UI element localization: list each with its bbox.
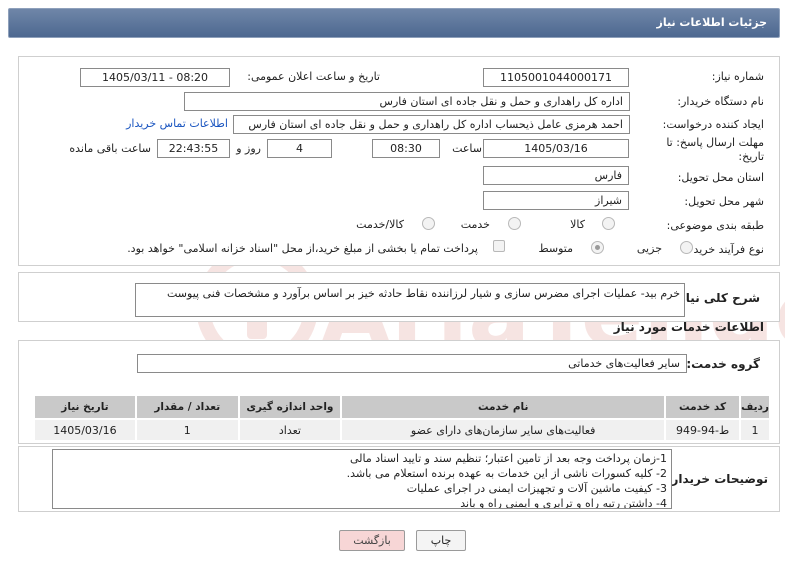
process-radio-minor[interactable] [680, 241, 693, 254]
table-row: 1 ط-94-949 فعالیت‌های سایر سازمان‌های دا… [33, 418, 771, 442]
services-table-header: ردیف کد خدمت نام خدمت واحد اندازه گیری ت… [33, 394, 771, 420]
col-name: نام خدمت [340, 394, 667, 420]
need-number-field[interactable]: 1105001044000171 [483, 68, 629, 87]
note-line: 2- کلیه کسورات ناشی از این خدمات به عهده… [346, 467, 667, 480]
process-label: نوع فرآیند خرید : [686, 243, 764, 256]
buyer-org-label: نام دستگاه خریدار: [677, 95, 764, 108]
category-option-service: خدمت [460, 218, 490, 231]
category-radio-goods-service[interactable] [422, 217, 435, 230]
services-table: ردیف کد خدمت نام خدمت واحد اندازه گیری ت… [33, 394, 771, 442]
category-radio-goods[interactable] [602, 217, 615, 230]
deadline-time-label: ساعت [452, 142, 482, 155]
cell-code: ط-94-949 [664, 418, 742, 442]
buyer-notes-textarea[interactable]: 1-زمان پرداخت وجه بعد از تامین اعتبار؛ ت… [52, 449, 672, 509]
deadline-date-field[interactable]: 1405/03/16 [483, 139, 629, 158]
cell-name: فعالیت‌های سایر سازمان‌های دارای عضو [340, 418, 667, 442]
buyer-notes-label: توضیحات خریدار: [666, 472, 768, 486]
col-code: کد خدمت [664, 394, 742, 420]
category-radio-service[interactable] [508, 217, 521, 230]
col-row: ردیف [739, 394, 771, 420]
category-label: طبقه بندی موضوعی: [666, 219, 764, 232]
note-line: 4- داشتن رتبه راه و ترابری و ایمنی راه و… [460, 497, 667, 509]
days-label: روز و [236, 142, 261, 155]
summary-label: شرح کلی نیاز: [674, 291, 760, 305]
process-option-medium: متوسط [538, 242, 573, 255]
process-radio-medium[interactable] [591, 241, 604, 254]
page-header: جزئیات اطلاعات نیاز [8, 8, 780, 38]
need-number-label: شماره نیاز: [711, 70, 764, 83]
services-section-title: اطلاعات خدمات مورد نیاز [613, 320, 764, 334]
buyer-org-field[interactable]: اداره کل راهداری و حمل و نقل جاده ای است… [184, 92, 630, 111]
service-group-label: گروه خدمت: [686, 357, 760, 371]
category-option-goods-service: کالا/خدمت [356, 218, 404, 231]
remaining-time-field[interactable]: 22:43:55 [157, 139, 230, 158]
back-button[interactable]: بازگشت [339, 530, 405, 551]
note-line: 3- کیفیت ماشین آلات و تجهیزات ایمنی در ا… [406, 482, 667, 495]
page-title: جزئیات اطلاعات نیاز [656, 16, 768, 29]
cell-qty: 1 [134, 418, 240, 442]
print-button[interactable]: چاپ [416, 530, 466, 551]
deadline-label: مهلت ارسال پاسخ: تا تاریخ: [644, 136, 764, 164]
deadline-time-field[interactable]: 08:30 [372, 139, 440, 158]
days-field[interactable]: 4 [267, 139, 332, 158]
city-label: شهر محل تحویل: [684, 195, 764, 208]
cell-row: 1 [739, 418, 771, 442]
process-option-minor: جزیی [636, 242, 662, 255]
creator-field[interactable]: احمد هرمزی عامل ذیحساب اداره کل راهداری … [233, 115, 630, 134]
announce-field[interactable]: 1405/03/11 - 08:20 [80, 68, 230, 87]
payment-note: پرداخت تمام یا بخشی از مبلغ خرید،از محل … [127, 242, 478, 255]
province-label: استان محل تحویل: [677, 171, 764, 184]
cell-date: 1405/03/16 [33, 418, 137, 442]
creator-label: ایجاد کننده درخواست: [662, 118, 764, 131]
note-line: 1-زمان پرداخت وجه بعد از تامین اعتبار؛ ت… [349, 452, 667, 465]
col-date: تاریخ نیاز [33, 394, 137, 420]
summary-textarea[interactable]: خرم بید- عملیات اجرای مضرس سازی و شیار ل… [135, 283, 685, 317]
buyer-contact-link[interactable]: اطلاعات تماس خریدار [126, 117, 228, 130]
province-field[interactable]: فارس [483, 166, 629, 185]
service-group-field[interactable]: سایر فعالیت‌های خدماتی [137, 354, 687, 373]
category-option-goods: کالا [570, 218, 585, 231]
remaining-label: ساعت باقی مانده [69, 142, 151, 155]
city-field[interactable]: شیراز [483, 191, 629, 210]
deadline-label-text: مهلت ارسال پاسخ: تا تاریخ: [666, 136, 764, 163]
treasury-checkbox[interactable] [493, 240, 505, 252]
col-unit: واحد اندازه گیری [237, 394, 343, 420]
announce-label: تاریخ و ساعت اعلان عمومی: [247, 70, 380, 83]
cell-unit: تعداد [237, 418, 343, 442]
col-qty: تعداد / مقدار [134, 394, 240, 420]
